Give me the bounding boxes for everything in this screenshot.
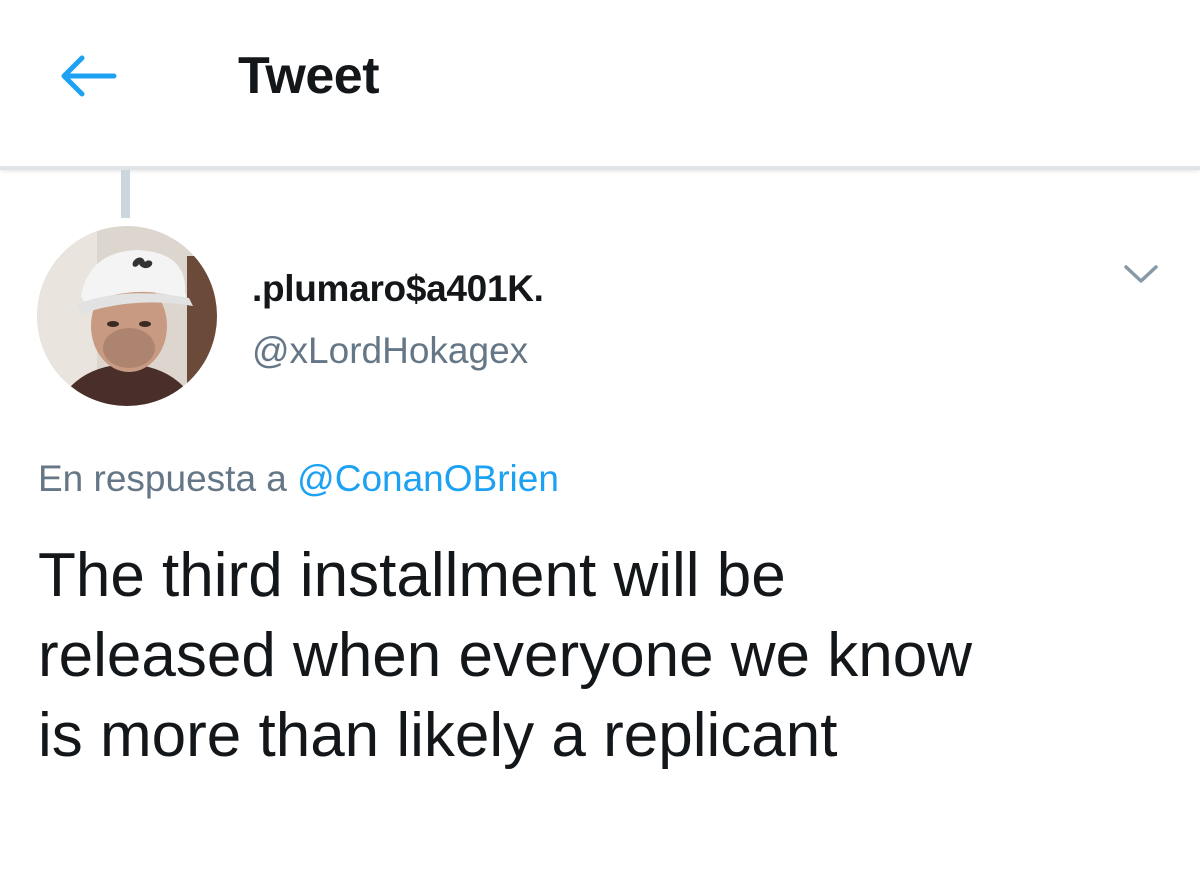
tweet-text: The third installment will be released w… (38, 536, 1178, 776)
reply-prefix: En respuesta a (38, 458, 287, 499)
tweet-text-line: released when everyone we know (38, 621, 972, 690)
reply-context: En respuesta a @ConanOBrien (38, 455, 559, 503)
tweet-text-line: is more than likely a replicant (38, 701, 838, 770)
arrow-left-icon (61, 55, 117, 97)
chevron-down-icon (1124, 265, 1158, 283)
author-handle[interactable]: @xLordHokagex (252, 328, 528, 374)
author-display-name[interactable]: .plumaro$a401K. (252, 266, 544, 312)
tweet-text-line: The third installment will be (38, 541, 786, 610)
reply-mention-link[interactable]: @ConanOBrien (297, 458, 559, 499)
page-title: Tweet (238, 47, 380, 105)
tweet-menu-button[interactable] (1116, 254, 1166, 294)
thread-connector (121, 170, 130, 218)
top-bar: Tweet (0, 0, 1200, 170)
avatar[interactable] (37, 226, 217, 406)
back-button[interactable] (52, 44, 124, 108)
user-avatar-image (37, 226, 217, 406)
